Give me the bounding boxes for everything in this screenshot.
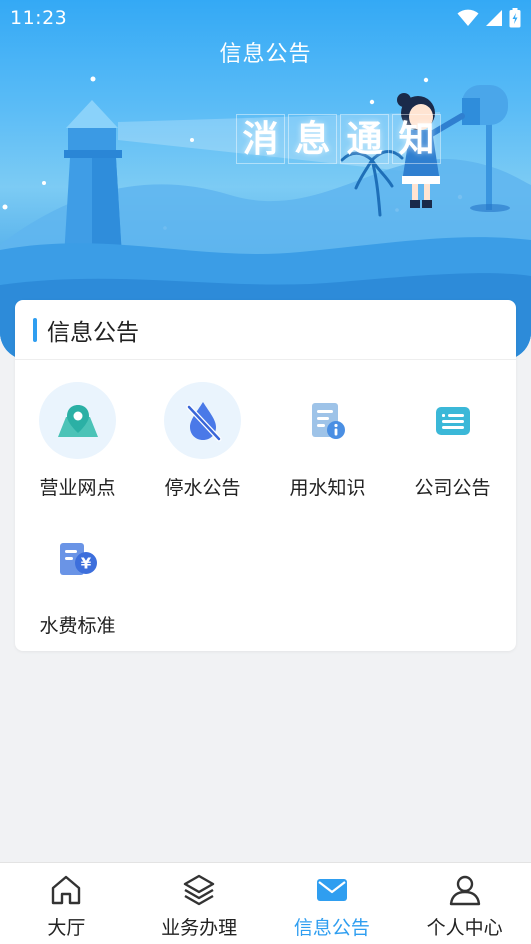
icon-wrapper xyxy=(289,382,366,459)
menu-item-label: 水费标准 xyxy=(39,615,116,637)
menu-item-label: 停水公告 xyxy=(164,477,241,499)
layers-icon xyxy=(183,874,215,906)
nav-label: 信息公告 xyxy=(293,917,370,939)
banner-headline-char: 知 xyxy=(392,114,441,164)
svg-text:¥: ¥ xyxy=(80,554,91,572)
menu-item-company-notice[interactable]: 公司公告 xyxy=(390,382,515,512)
banner-headline-char: 通 xyxy=(340,114,389,164)
nav-item-profile[interactable]: 个人中心 xyxy=(398,863,531,944)
card-header: 信息公告 xyxy=(15,300,516,360)
nav-label: 个人中心 xyxy=(426,917,503,939)
icon-wrapper xyxy=(164,382,241,459)
bottom-nav: 大厅 业务办理 信息公告 个人中心 xyxy=(0,862,531,944)
menu-item-label: 营业网点 xyxy=(39,477,116,499)
menu-item-water-outage[interactable]: 停水公告 xyxy=(140,382,265,512)
document-info-icon xyxy=(311,402,345,439)
nav-item-announcements[interactable]: 信息公告 xyxy=(266,863,399,944)
nav-item-lobby[interactable]: 大厅 xyxy=(0,863,133,944)
wifi-icon xyxy=(457,9,479,26)
location-map-icon xyxy=(57,404,98,437)
status-time: 11:23 xyxy=(10,7,68,29)
nav-item-services[interactable]: 业务办理 xyxy=(133,863,266,944)
battery-icon xyxy=(509,8,521,28)
icon-wrapper: ¥ xyxy=(39,520,116,597)
status-bar: 11:23 xyxy=(0,0,531,38)
banner-headline-char: 消 xyxy=(236,114,285,164)
title-accent-bar xyxy=(33,317,37,342)
fee-standard-icon: ¥ xyxy=(59,542,97,575)
icon-wrapper xyxy=(39,382,116,459)
banner-headline: 消 息 通 知 xyxy=(236,114,441,164)
icon-wrapper xyxy=(414,382,491,459)
banner-headline-char: 息 xyxy=(288,114,337,164)
screen: 11:23 信息公告 消 息 通 知 信息公告 营业网点 停水公告 用水知识 公… xyxy=(0,0,531,944)
card-title: 信息公告 xyxy=(47,319,139,346)
menu-item-label: 公司公告 xyxy=(414,477,491,499)
home-icon xyxy=(52,875,81,905)
user-icon xyxy=(449,875,480,906)
nav-label: 大厅 xyxy=(47,917,86,939)
status-icons xyxy=(457,8,521,28)
mail-icon xyxy=(316,879,347,901)
menu-item-water-knowledge[interactable]: 用水知识 xyxy=(265,382,390,512)
menu-item-label: 用水知识 xyxy=(289,477,366,499)
announcement-card: 信息公告 营业网点 停水公告 用水知识 公司公告 ¥ 水费标准 xyxy=(15,300,516,651)
nav-label: 业务办理 xyxy=(161,917,238,939)
menu-item-business-outlets[interactable]: 营业网点 xyxy=(15,382,140,512)
notice-list-icon xyxy=(435,406,470,435)
water-off-icon xyxy=(186,401,221,441)
signal-icon xyxy=(486,10,502,26)
menu-item-water-fee-standard[interactable]: ¥ 水费标准 xyxy=(15,520,140,650)
